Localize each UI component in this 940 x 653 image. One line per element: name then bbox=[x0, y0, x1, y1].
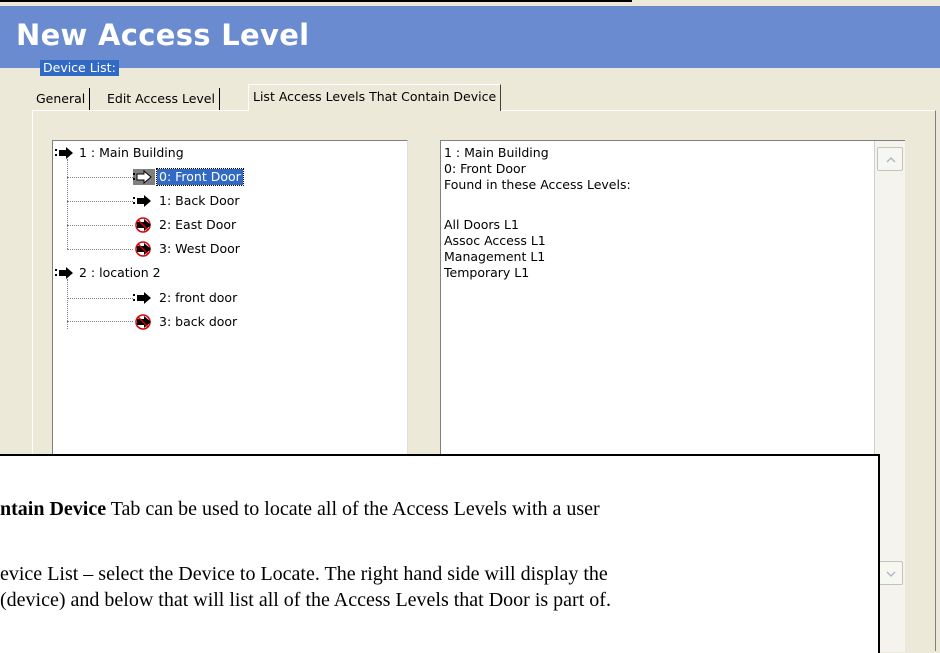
tree-connector bbox=[67, 177, 133, 178]
arrow-icon bbox=[133, 290, 155, 306]
callout-bold-text: ntain Device bbox=[0, 498, 107, 520]
arrow-icon bbox=[55, 145, 77, 161]
callout-line-2: evice List – select the Device to Locate… bbox=[0, 563, 608, 585]
details-line: 1 : Main Building bbox=[444, 145, 549, 160]
tree-node-label: 0: Front Door bbox=[156, 168, 244, 186]
chevron-down-icon bbox=[886, 571, 896, 578]
tree-connector bbox=[67, 201, 133, 202]
tab-general[interactable]: General bbox=[32, 88, 91, 110]
tree-node-label: 2 : location 2 bbox=[79, 265, 161, 280]
tree-connector bbox=[67, 225, 133, 226]
arrow-no-entry-icon bbox=[133, 217, 155, 233]
title-bar: New Access Level bbox=[0, 6, 940, 68]
scroll-down-button[interactable] bbox=[877, 561, 903, 585]
tree-connector bbox=[67, 249, 133, 250]
device-list-label: Device List: bbox=[40, 60, 119, 76]
scroll-up-button[interactable] bbox=[877, 147, 903, 171]
tab-edit-access-level[interactable]: Edit Access Level bbox=[103, 88, 220, 110]
arrow-icon bbox=[55, 265, 77, 281]
arrow-no-entry-icon bbox=[133, 241, 155, 257]
callout-line-1: ntain Device Tab can be used to locate a… bbox=[0, 498, 600, 521]
arrow-icon bbox=[133, 193, 155, 209]
tree-connector bbox=[67, 321, 133, 322]
details-line: Assoc Access L1 bbox=[444, 233, 546, 248]
arrow-no-entry-icon bbox=[133, 314, 155, 330]
tree-connector bbox=[67, 159, 68, 249]
top-border-line bbox=[0, 0, 632, 2]
details-line: Management L1 bbox=[444, 249, 546, 264]
details-line: Temporary L1 bbox=[444, 265, 530, 280]
tree-node-label: 1 : Main Building bbox=[79, 145, 184, 160]
tree-node-label: 3: back door bbox=[159, 314, 238, 329]
callout-line-3: (device) and below that will list all of… bbox=[0, 589, 611, 611]
details-line: 0: Front Door bbox=[444, 161, 526, 176]
details-line: Found in these Access Levels: bbox=[444, 177, 631, 192]
tree-connector bbox=[67, 298, 133, 299]
tree-node-label: 2: front door bbox=[159, 290, 238, 305]
callout-text: Tab can be used to locate all of the Acc… bbox=[106, 498, 600, 520]
chevron-up-icon bbox=[886, 156, 896, 163]
tree-node-label: 3: West Door bbox=[159, 241, 240, 256]
tree-node-label: 2: East Door bbox=[159, 217, 237, 232]
tab-list-access-levels[interactable]: List Access Levels That Contain Device bbox=[248, 84, 502, 111]
tree-node-label: 1: Back Door bbox=[159, 193, 240, 208]
arrow-outline-icon bbox=[133, 169, 155, 185]
details-line: All Doors L1 bbox=[444, 217, 519, 232]
window-title: New Access Level bbox=[16, 18, 310, 52]
annotation-callout: ntain Device Tab can be used to locate a… bbox=[0, 454, 880, 653]
